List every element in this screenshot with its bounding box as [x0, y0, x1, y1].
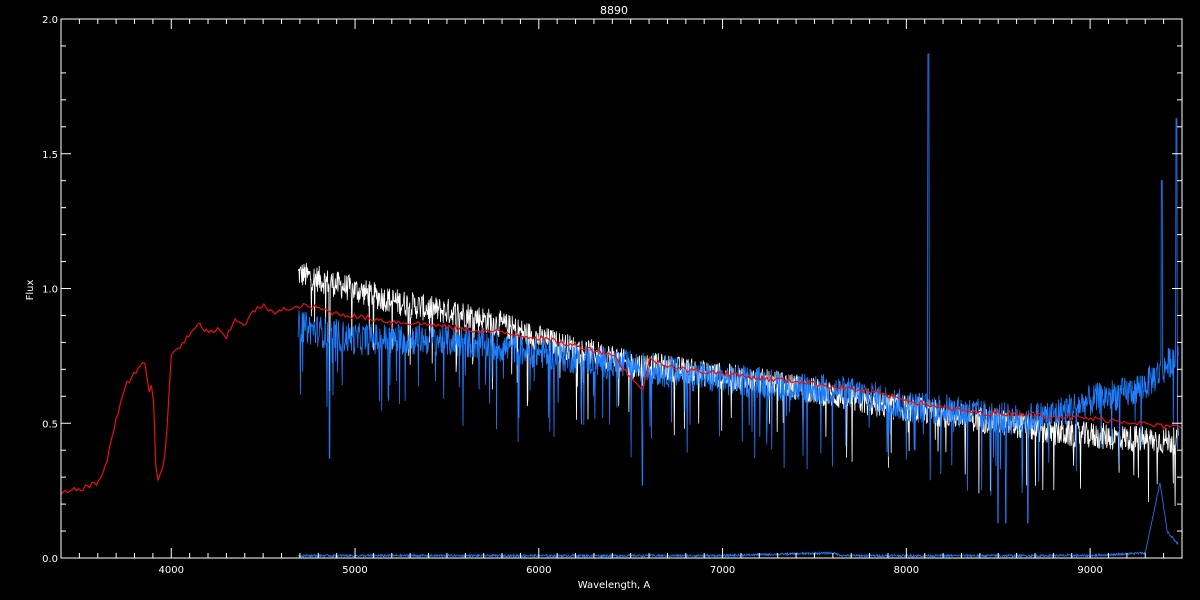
x-tick-label: 5000 [342, 565, 367, 576]
y-axis-label: Flux [25, 280, 36, 301]
chart-title: 8890 [600, 4, 628, 17]
x-axis-label: Wavelength, A [578, 580, 651, 591]
x-tick-label: 9000 [1077, 565, 1102, 576]
y-tick-label: 0.5 [42, 419, 58, 430]
x-tick-label: 8000 [894, 565, 919, 576]
y-tick-label: 1.5 [42, 150, 58, 161]
y-tick-label: 1.0 [42, 285, 58, 296]
x-tick-label: 6000 [526, 565, 551, 576]
x-tick-label: 7000 [710, 565, 735, 576]
spectrum-chart: 8890 4000 5000 6000 7000 8000 9000 0.0 0.5 1.0 1… [0, 0, 1200, 600]
chart-background [0, 0, 1200, 600]
y-tick-label: 0.0 [42, 554, 58, 565]
y-tick-label: 2.0 [42, 15, 58, 26]
x-tick-label: 4000 [159, 565, 184, 576]
